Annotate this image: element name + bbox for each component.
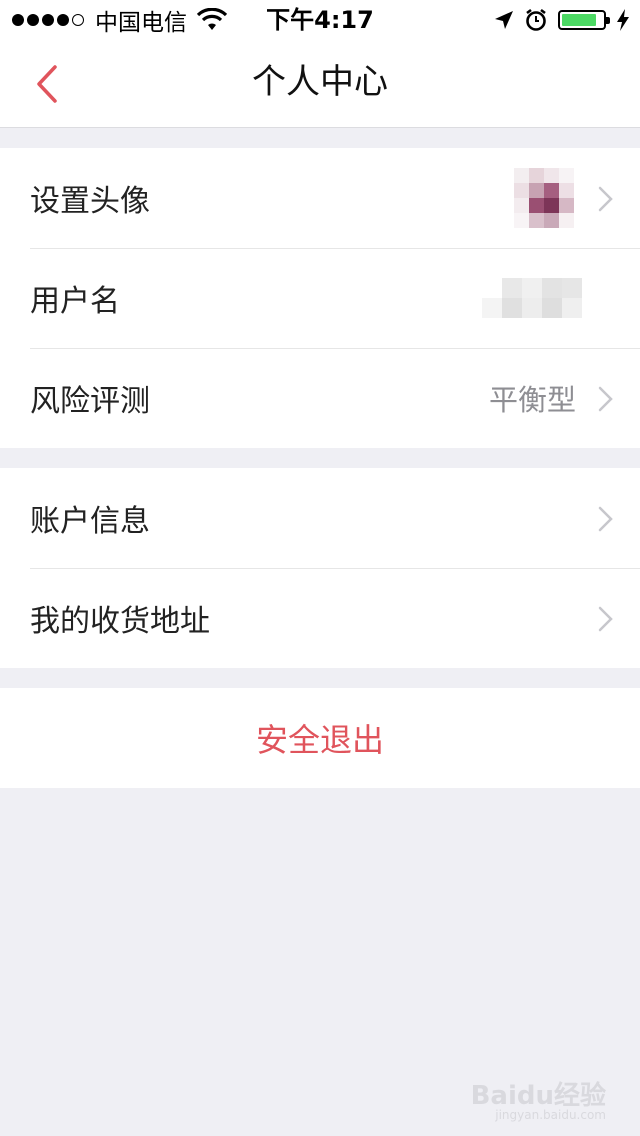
logout-group: 安全退出 — [0, 688, 640, 788]
account-group: 账户信息 我的收货地址 — [0, 468, 640, 668]
set-avatar-row[interactable]: 设置头像 — [0, 148, 640, 248]
chevron-right-icon — [598, 606, 613, 632]
risk-assessment-row[interactable]: 风险评测 平衡型 — [0, 348, 640, 448]
set-avatar-label: 设置头像 — [30, 184, 150, 219]
logout-button[interactable]: 安全退出 — [0, 688, 640, 788]
wifi-icon — [197, 8, 227, 30]
username-label: 用户名 — [30, 284, 120, 319]
account-info-row[interactable]: 账户信息 — [0, 468, 640, 568]
risk-assessment-value: 平衡型 — [488, 383, 576, 417]
baidu-jingyan-watermark: Baidu经验 — [470, 1081, 606, 1111]
chevron-right-icon — [598, 506, 613, 532]
chevron-right-icon — [598, 386, 613, 412]
username-value-blurred — [482, 278, 582, 318]
username-row[interactable]: 用户名 — [0, 248, 640, 348]
shipping-address-row[interactable]: 我的收货地址 — [0, 568, 640, 668]
status-left: 中国电信 — [12, 0, 227, 40]
status-bar: 中国电信 下午4:17 — [0, 0, 640, 40]
alarm-clock-icon — [526, 8, 546, 31]
signal-strength-icon — [12, 14, 87, 26]
logout-label: 安全退出 — [255, 721, 384, 759]
watermark-url: jingyan.baidu.com — [495, 1108, 606, 1122]
page-title: 个人中心 — [252, 62, 388, 102]
risk-assessment-label: 风险评测 — [30, 384, 150, 419]
status-right — [484, 0, 630, 40]
battery-level-fill — [562, 14, 596, 26]
location-arrow-icon — [495, 11, 513, 29]
carrier-name: 中国电信 — [95, 10, 187, 36]
shipping-address-label: 我的收货地址 — [30, 604, 210, 639]
chevron-right-icon — [598, 186, 613, 212]
avatar — [514, 168, 574, 228]
profile-group: 设置头像 用户名 风险评测 平衡型 — [0, 148, 640, 448]
navigation-bar: 个人中心 — [0, 40, 640, 128]
charging-bolt-icon — [617, 9, 629, 31]
battery-icon — [558, 10, 610, 30]
account-info-label: 账户信息 — [30, 504, 150, 539]
